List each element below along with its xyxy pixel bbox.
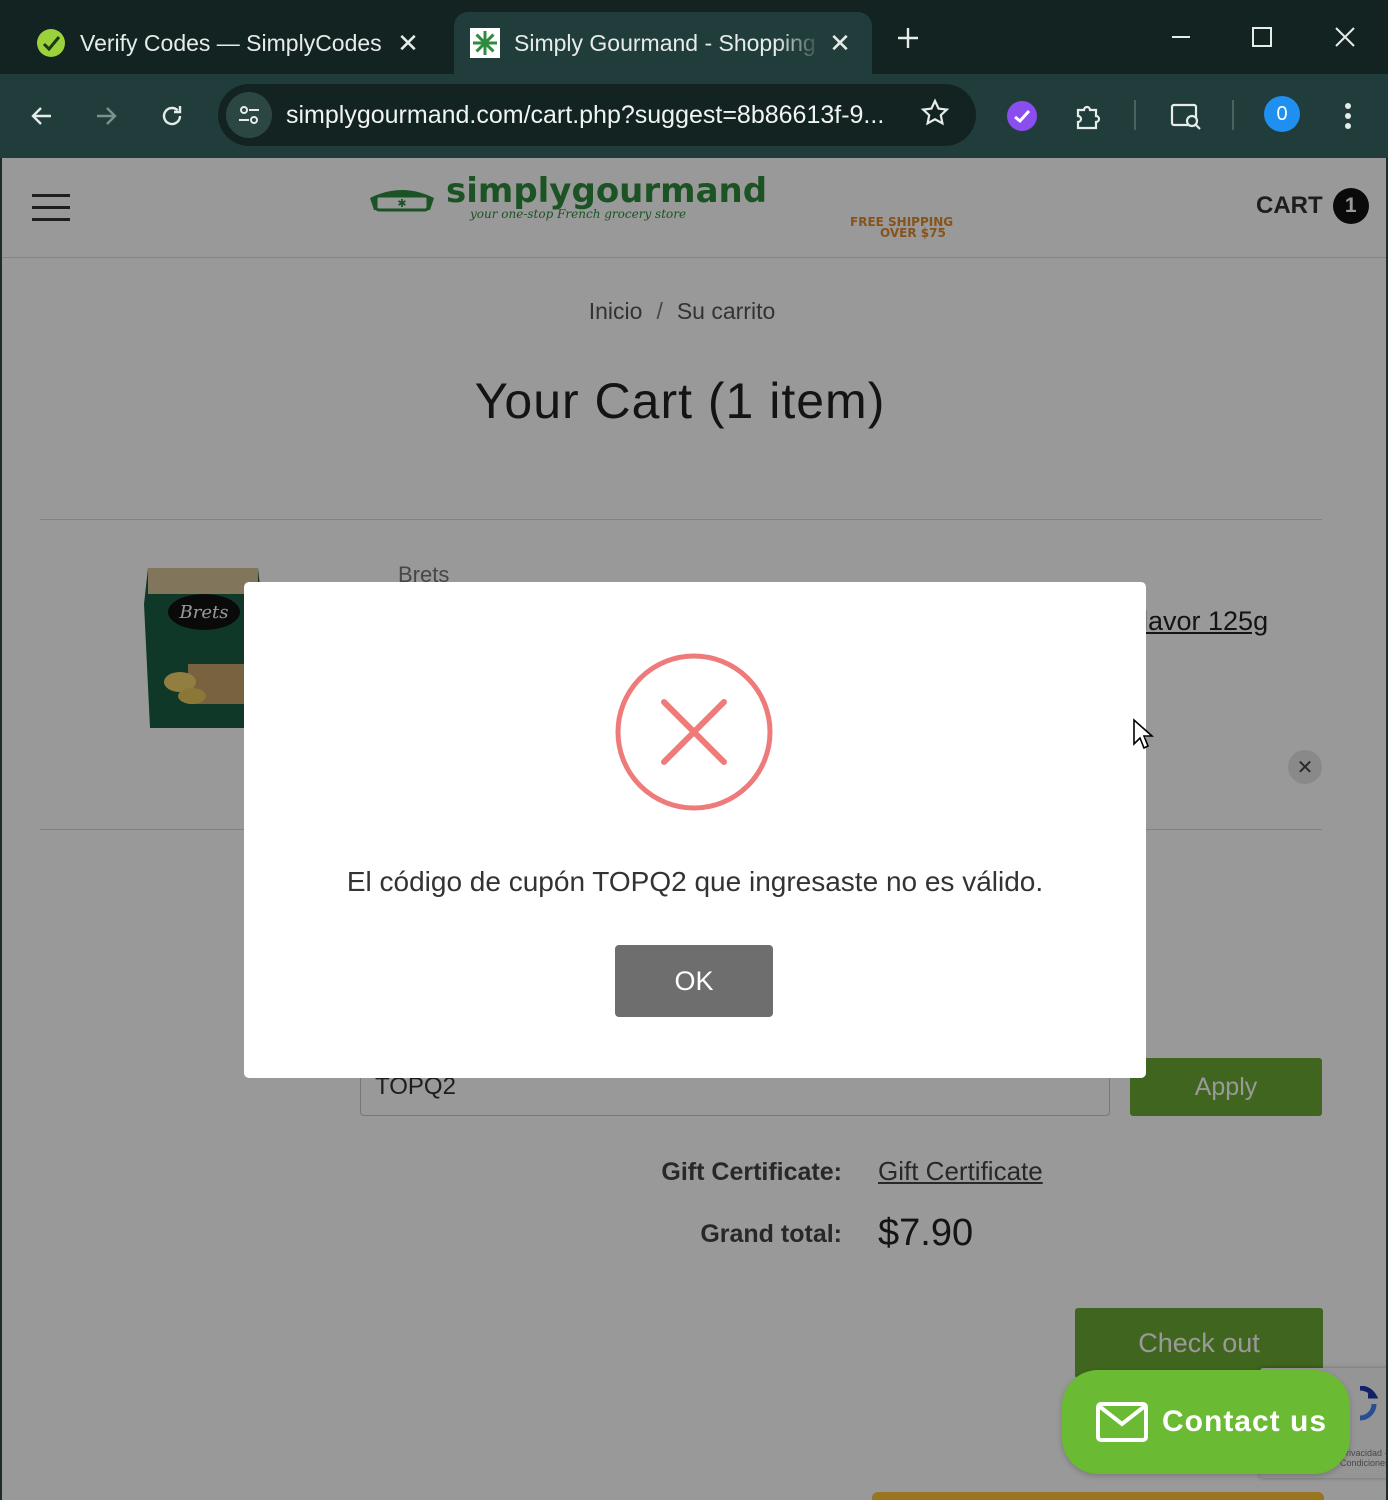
reload-icon[interactable] bbox=[150, 94, 194, 138]
bookmark-star-icon[interactable] bbox=[920, 98, 950, 133]
address-bar[interactable]: simplygourmand.com/cart.php?suggest=8b86… bbox=[218, 84, 976, 146]
mail-icon bbox=[1096, 1402, 1148, 1442]
ok-button[interactable]: OK bbox=[615, 945, 773, 1017]
tab-title: Simply Gourmand - Shopping Cart bbox=[514, 29, 822, 56]
tab-close-icon[interactable]: ✕ bbox=[390, 25, 426, 61]
maximize-icon[interactable] bbox=[1237, 14, 1287, 60]
mouse-cursor-icon bbox=[1133, 718, 1154, 750]
simplycodes-favicon-icon bbox=[36, 28, 66, 58]
tab-title: Verify Codes — SimplyCodes bbox=[80, 29, 382, 56]
simplygourmand-favicon-icon bbox=[470, 28, 500, 58]
profile-avatar[interactable]: 0 bbox=[1264, 96, 1300, 132]
url-text[interactable]: simplygourmand.com/cart.php?suggest=8b86… bbox=[286, 101, 906, 130]
toolbar-separator bbox=[1134, 100, 1136, 130]
error-x-icon bbox=[615, 653, 773, 811]
web-page: ✱ simplygourmand your one-stop French gr… bbox=[2, 158, 1386, 1500]
toolbar-separator bbox=[1232, 100, 1234, 130]
site-settings-icon[interactable] bbox=[226, 92, 272, 138]
tab-strip: Verify Codes — SimplyCodes ✕ Simply Gour… bbox=[0, 0, 1388, 74]
minimize-icon[interactable] bbox=[1156, 14, 1206, 60]
tab-search-icon[interactable] bbox=[1164, 94, 1208, 138]
error-message: El código de cupón TOPQ2 que ingresaste … bbox=[346, 866, 1044, 897]
extensions-puzzle-icon[interactable] bbox=[1066, 94, 1110, 138]
window-close-icon[interactable] bbox=[1320, 14, 1370, 60]
new-tab-icon[interactable] bbox=[888, 18, 928, 58]
error-dialog: El código de cupón TOPQ2 que ingresaste … bbox=[244, 582, 1146, 1078]
contact-us-button[interactable]: Contact us bbox=[1062, 1370, 1350, 1474]
menu-kebab-icon[interactable] bbox=[1326, 94, 1370, 138]
tab-simply-gourmand[interactable]: Simply Gourmand - Shopping Cart ✕ bbox=[454, 12, 872, 74]
back-icon[interactable] bbox=[20, 94, 64, 138]
forward-icon[interactable] bbox=[84, 94, 128, 138]
tab-verify-codes[interactable]: Verify Codes — SimplyCodes ✕ bbox=[20, 12, 440, 74]
extension-purple-icon[interactable] bbox=[1000, 94, 1044, 138]
tab-close-icon[interactable]: ✕ bbox=[822, 25, 858, 61]
contact-us-label: Contact us bbox=[1162, 1405, 1328, 1438]
browser-toolbar: simplygourmand.com/cart.php?suggest=8b86… bbox=[0, 74, 1388, 158]
